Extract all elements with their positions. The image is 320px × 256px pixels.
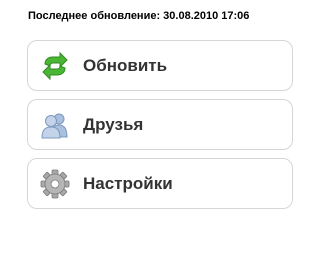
main-menu: Обновить Друзья Настройки	[27, 40, 293, 217]
settings-button[interactable]: Настройки	[27, 158, 293, 209]
friends-button[interactable]: Друзья	[27, 99, 293, 150]
last-update-status: Последнее обновление: 30.08.2010 17:06	[28, 10, 250, 22]
refresh-button[interactable]: Обновить	[27, 40, 293, 91]
settings-label: Настройки	[83, 173, 173, 193]
friends-label: Друзья	[83, 114, 144, 134]
settings-icon	[39, 168, 71, 200]
refresh-icon	[39, 50, 71, 82]
friends-icon	[39, 109, 71, 141]
refresh-label: Обновить	[83, 55, 168, 75]
